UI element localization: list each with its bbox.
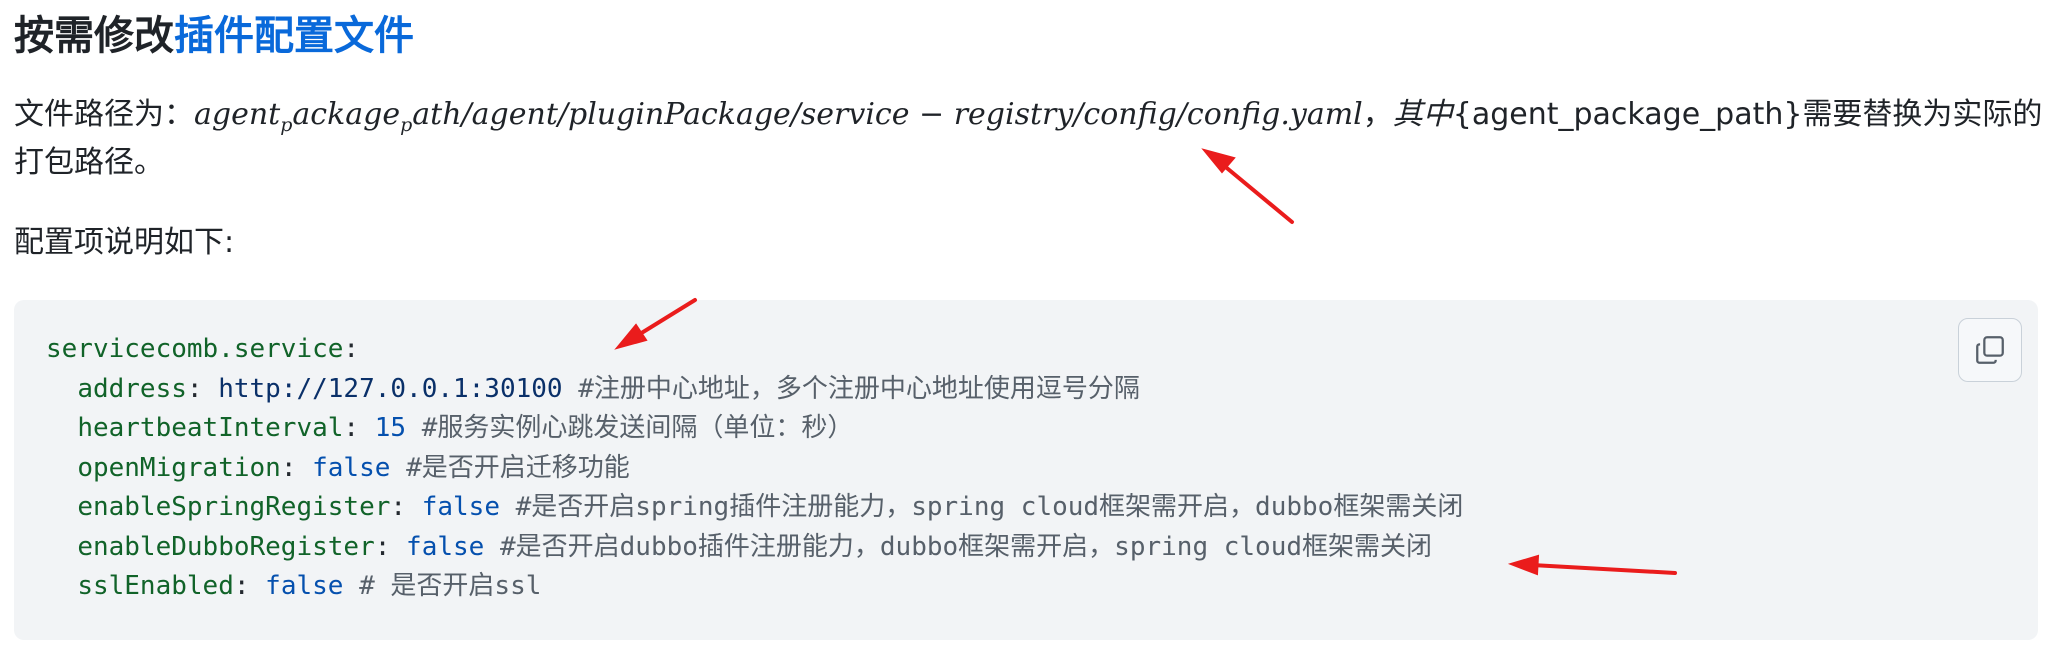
path-label: 文件路径为： [14,97,194,132]
code-comment: #注册中心地址，多个注册中心地址使用逗号分隔 [578,373,1140,404]
path-continuation: 打包路径。 [14,145,164,180]
config-intro: 配置项说明如下: [14,225,235,260]
path-suffix: 需要替换为实际的 [1802,97,2043,132]
code-comment: #服务实例心跳发送间隔（单位：秒） [421,413,854,443]
code-key: enableDubboRegister [77,531,375,562]
plugin-config-link[interactable]: 插件配置文件 [174,13,414,59]
code-line-root: servicecomb.service: [46,334,360,364]
code-value: false [421,492,500,522]
math-subscript: p [280,114,293,136]
code-value: false [312,452,391,483]
code-root-key: servicecomb.service [46,334,344,364]
code-comment: # 是否开启ssl [359,571,542,601]
code-line: enableDubboRegister: false #是否开启dubbo插件注… [77,531,1433,562]
math-part: ackage [292,97,401,132]
copy-button[interactable] [1958,318,2022,382]
heading-prefix: 按需修改 [14,13,174,59]
code-value: false [406,531,485,562]
code-key: address [77,373,187,404]
path-math: agentpackagepath/agent/pluginPackage/ser… [194,97,1363,136]
math-chinese: 其中 [1392,97,1453,132]
code-line: address: http://127.0.0.1:30100 #注册中心地址，… [77,373,1140,404]
code-comment: #是否开启dubbo插件注册能力，dubbo框架需开启，spring cloud… [499,531,1433,562]
math-subscript: p [400,114,413,136]
code-line: openMigration: false #是否开启迁移功能 [77,452,630,483]
code-key: sslEnabled [77,571,234,601]
code-key: heartbeatInterval [77,413,344,443]
math-part: agent [194,97,281,132]
code-line: sslEnabled: false # 是否开启ssl [77,571,542,601]
code-block: servicecomb.service: address: http://127… [14,300,2038,640]
yaml-code[interactable]: servicecomb.service: address: http://127… [46,330,1463,607]
code-comment: #是否开启spring插件注册能力，spring cloud框架需开启，dubb… [515,492,1464,522]
comma: ， [1362,97,1393,132]
code-value: false [265,571,344,601]
code-value: http://127.0.0.1:30100 [218,373,563,404]
code-comment: #是否开启迁移功能 [406,452,630,483]
code-line: heartbeatInterval: 15 #服务实例心跳发送间隔（单位：秒） [77,413,854,443]
annotation-arrow [1201,148,1294,224]
placeholder-text: {agent_package_path} [1452,97,1803,132]
section-heading: 按需修改插件配置文件 [14,8,414,64]
code-key: openMigration [77,452,281,483]
code-key: enableSpringRegister [77,492,391,522]
code-value: 15 [374,413,407,443]
copy-icon [1976,336,2004,364]
path-description: 文件路径为：agentpackagepath/agent/pluginPacka… [14,92,2042,148]
math-part: ath/agent/pluginPackage/service − regist… [412,97,1363,132]
code-line: enableSpringRegister: false #是否开启spring插… [77,492,1464,522]
